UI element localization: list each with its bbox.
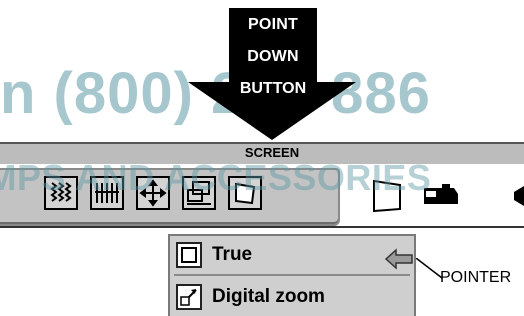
- dropdown-item-label: True: [212, 244, 253, 265]
- pointer-icon: [384, 248, 413, 270]
- dropdown-separator: [174, 274, 410, 276]
- dropdown-item-true[interactable]: True: [174, 240, 410, 272]
- callout-line-2: DOWN: [247, 48, 299, 65]
- menu-divider: [0, 226, 524, 228]
- pointer-leader-line: [416, 258, 442, 279]
- pointer-label: POINTER: [440, 269, 512, 286]
- callout-line-1: POINT: [248, 16, 298, 33]
- true-square-icon: [176, 242, 202, 268]
- dropdown-item-digital-zoom[interactable]: Digital zoom: [174, 282, 410, 314]
- dropdown-item-label: Digital zoom: [212, 286, 325, 307]
- callout-line-3: BUTTON: [239, 80, 307, 97]
- digital-zoom-icon: [176, 284, 202, 310]
- watermark-tag: AMPS AND ACCESSORIES: [0, 157, 432, 198]
